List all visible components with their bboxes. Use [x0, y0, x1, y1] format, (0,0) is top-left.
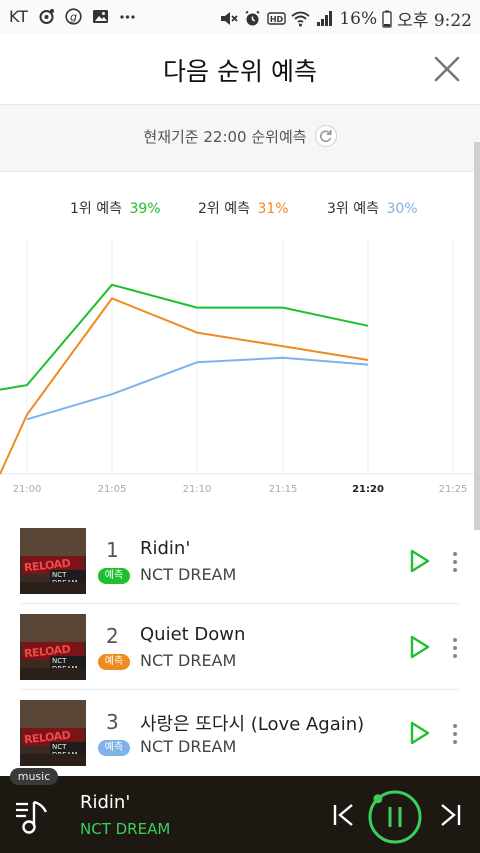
prediction-badge: 예측: [98, 740, 130, 756]
play-icon[interactable]: [408, 548, 432, 574]
x-tick-label: 21:00: [13, 484, 42, 495]
more-vertical-icon[interactable]: [448, 550, 462, 574]
status-bar: KT g HD 16% 오후 9:22: [0, 0, 480, 34]
more-vertical-icon[interactable]: [448, 722, 462, 746]
list-item[interactable]: RELOAD NCT DREAM 3 예측 사랑은 또다시 (Love Agai…: [20, 690, 460, 776]
scrollbar[interactable]: [474, 142, 480, 530]
legend-item-3: 3위 예측 30%: [327, 198, 418, 218]
page-title: 다음 순위 예측: [163, 57, 317, 86]
playlist-icon[interactable]: [14, 796, 54, 836]
list-item[interactable]: RELOAD NCT DREAM 2 예측 Quiet Down NCT DRE…: [20, 604, 460, 690]
svg-text:g: g: [70, 11, 77, 24]
rank-prediction-chart: 21:00 21:05 21:10 21:15 21:20 21:25: [0, 240, 474, 495]
album-cover[interactable]: RELOAD NCT DREAM: [20, 528, 86, 594]
song-artist: NCT DREAM: [140, 651, 237, 670]
gallery-icon: [93, 10, 109, 23]
player-artist: NCT DREAM: [80, 820, 171, 838]
close-icon[interactable]: [432, 54, 462, 84]
next-icon[interactable]: [438, 801, 464, 829]
basis-bar: 현재기준 22:00 순위예측: [0, 104, 480, 172]
legend-value: 31%: [257, 201, 289, 217]
x-tick-label: 21:20: [352, 484, 384, 495]
rank-number: 1: [106, 538, 119, 562]
legend-label: 1위 예측: [70, 201, 122, 217]
mute-icon: [221, 12, 238, 25]
legend-value: 30%: [386, 201, 418, 217]
album-cover[interactable]: RELOAD NCT DREAM: [20, 614, 86, 680]
song-artist: NCT DREAM: [140, 737, 237, 756]
rank-number: 3: [106, 710, 119, 734]
play-icon[interactable]: [408, 720, 432, 746]
rank-number: 2: [106, 624, 119, 648]
x-tick-label: 21:10: [183, 484, 212, 495]
basis-text: 현재기준 22:00 순위예측: [143, 127, 307, 146]
pause-icon[interactable]: [366, 788, 424, 846]
svg-text:HD: HD: [270, 15, 284, 24]
signal-icon: [317, 11, 333, 26]
music-tag: music: [10, 768, 58, 785]
legend-label: 2위 예측: [198, 201, 250, 217]
more-vertical-icon[interactable]: [448, 636, 462, 660]
song-artist: NCT DREAM: [140, 565, 237, 584]
progress-dot[interactable]: [373, 794, 383, 804]
x-tick-label: 21:15: [269, 484, 298, 495]
x-tick-label: 21:05: [98, 484, 127, 495]
wifi-icon: [291, 11, 310, 27]
song-title: Quiet Down: [140, 624, 246, 645]
prediction-badge: 예측: [98, 654, 130, 670]
song-title: 사랑은 또다시 (Love Again): [140, 714, 365, 735]
play-icon[interactable]: [408, 634, 432, 660]
player-title: Ridin': [80, 792, 131, 813]
legend-label: 3위 예측: [327, 201, 379, 217]
battery-icon: [382, 10, 392, 28]
series-line: [0, 297, 369, 475]
alarm-icon: [245, 10, 260, 26]
battery-level: 16%: [339, 8, 378, 29]
list-item[interactable]: RELOAD NCT DREAM 1 예측 Ridin' NCT DREAM: [20, 518, 460, 604]
prediction-badge: 예측: [98, 568, 130, 584]
previous-icon[interactable]: [330, 801, 356, 829]
album-cover[interactable]: RELOAD NCT DREAM: [20, 700, 86, 766]
series-line: [0, 283, 369, 391]
more-dots-icon: [120, 15, 135, 19]
legend-item-1: 1위 예측 39%: [70, 198, 161, 218]
refresh-icon: [319, 130, 332, 142]
song-title: Ridin': [140, 538, 191, 559]
refresh-button[interactable]: [314, 125, 337, 147]
legend-item-2: 2위 예측 31%: [198, 198, 289, 218]
header: 다음 순위 예측: [0, 34, 480, 104]
x-tick-label: 21:25: [439, 484, 468, 495]
clock: 오후 9:22: [397, 11, 472, 31]
g-icon: g: [65, 8, 82, 25]
music-note-icon: [39, 9, 55, 24]
carrier-label: KT: [9, 7, 29, 26]
legend-value: 39%: [129, 201, 161, 217]
hd-icon: HD: [267, 12, 287, 25]
